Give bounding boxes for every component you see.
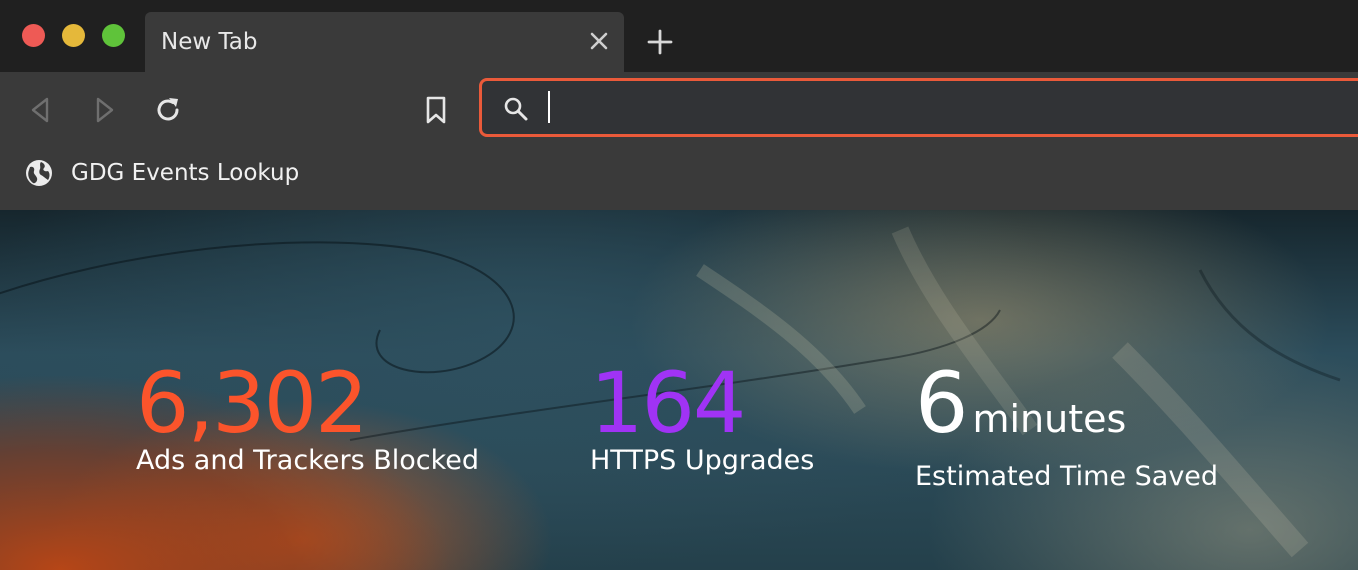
bookmark-button[interactable]: [422, 94, 450, 126]
https-upgrades-count: 164: [590, 354, 746, 452]
close-icon[interactable]: [588, 30, 610, 52]
plus-icon: [647, 29, 673, 55]
search-icon: [503, 96, 529, 122]
forward-button[interactable]: [88, 94, 120, 126]
bookmark-label: GDG Events Lookup: [71, 160, 300, 186]
bookmark-icon: [426, 96, 446, 124]
text-caret: [548, 91, 550, 123]
new-tab-button[interactable]: [646, 28, 674, 56]
reload-button[interactable]: [152, 94, 184, 126]
tab-strip: New Tab: [0, 0, 1358, 72]
window-close-button[interactable]: [22, 24, 45, 47]
stat-time-saved: 6 minutes Estimated Time Saved: [915, 360, 1218, 494]
stat-https-upgrades: 164 HTTPS Upgrades: [590, 360, 814, 478]
new-tab-page: 6,302 Ads and Trackers Blocked 164 HTTPS…: [0, 210, 1358, 570]
reload-icon: [157, 98, 179, 121]
back-icon: [31, 97, 49, 123]
time-saved-value-row: 6 minutes: [915, 360, 1218, 462]
time-saved-label: Estimated Time Saved: [915, 461, 1219, 492]
address-bar[interactable]: [479, 78, 1358, 137]
ads-blocked-label: Ads and Trackers Blocked: [136, 445, 480, 476]
globe-icon: [24, 158, 54, 188]
https-upgrades-label: HTTPS Upgrades: [590, 445, 815, 476]
forward-icon: [96, 97, 114, 123]
bookmark-item-gdg-events-lookup[interactable]: GDG Events Lookup: [24, 156, 299, 190]
ads-blocked-count: 6,302: [136, 354, 368, 452]
tab-title: New Tab: [161, 29, 258, 55]
back-button[interactable]: [25, 94, 57, 126]
window-minimize-button[interactable]: [62, 24, 85, 47]
tab-new-tab[interactable]: New Tab: [145, 12, 624, 72]
window-maximize-button[interactable]: [102, 24, 125, 47]
address-input[interactable]: [546, 87, 1326, 127]
stat-ads-blocked: 6,302 Ads and Trackers Blocked: [136, 360, 479, 478]
time-saved-count: 6: [915, 354, 968, 452]
toolbar: GDG Events Lookup: [0, 72, 1358, 210]
time-saved-unit: minutes: [972, 397, 1127, 441]
